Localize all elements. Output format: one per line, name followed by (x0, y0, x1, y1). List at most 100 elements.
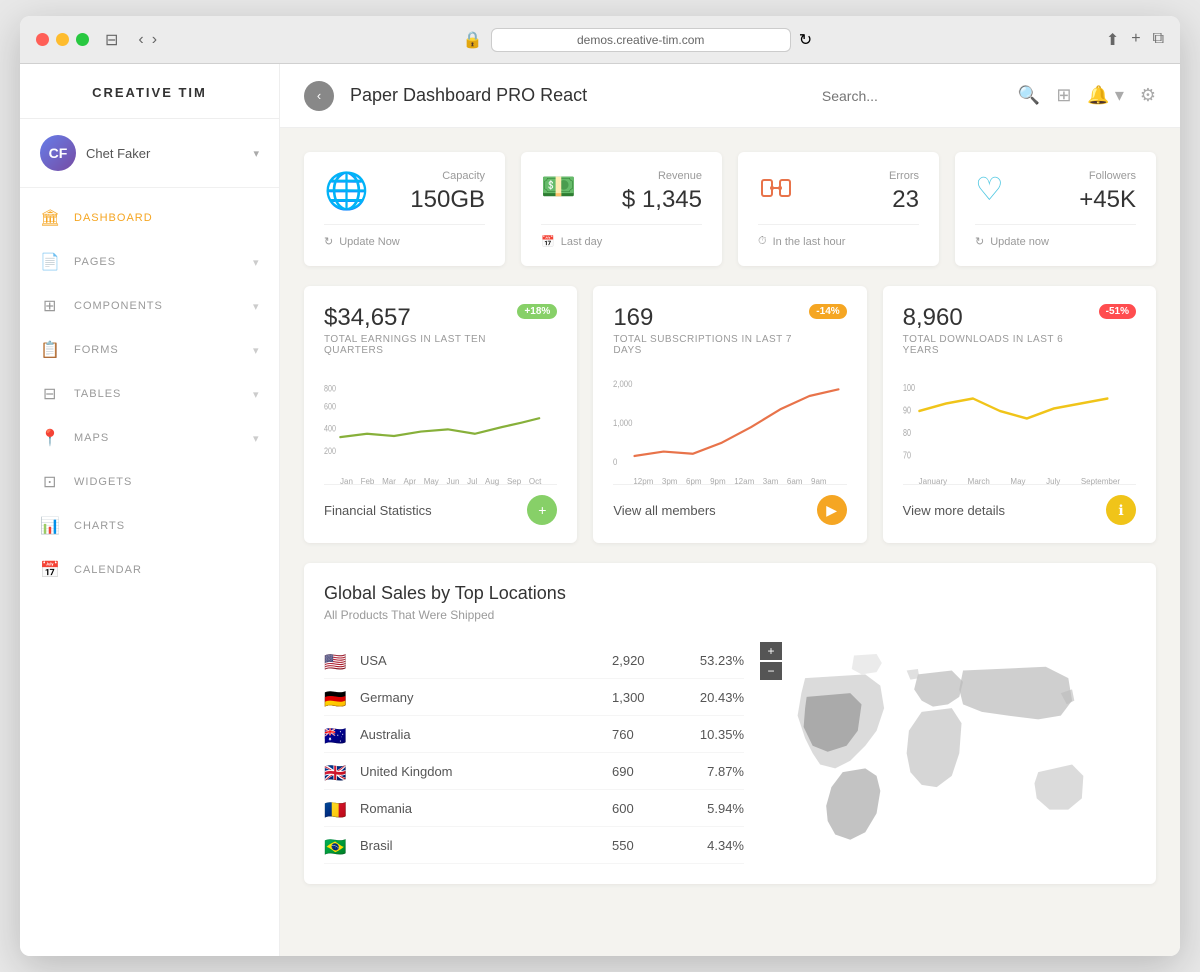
country-value: 1,300 (612, 690, 672, 705)
map-zoom-in-button[interactable]: + (760, 642, 782, 660)
traffic-lights (36, 33, 89, 46)
header-search (822, 88, 1002, 104)
followers-value: +45K (1079, 186, 1136, 214)
revenue-footer: 📅 Last day (541, 224, 702, 248)
brand-name: CREATIVE TIM (92, 85, 207, 100)
country-value: 600 (612, 801, 672, 816)
chevron-down-icon: ▾ (253, 300, 259, 313)
downloads-value: 8,960 (903, 304, 1099, 332)
grid-view-button[interactable]: ⊞ (1056, 85, 1071, 106)
country-percent: 10.35% (684, 727, 744, 742)
sidebar-item-charts[interactable]: 📊 CHARTS (20, 504, 279, 548)
map-layout: 🇺🇸 USA 2,920 53.23% 🇩🇪 Germany 1,300 20.… (324, 642, 1136, 864)
sidebar-item-forms[interactable]: 📋 FORMS ▾ (20, 328, 279, 372)
close-button[interactable] (36, 33, 49, 46)
svg-text:0: 0 (613, 456, 618, 467)
avatar: CF (40, 135, 76, 171)
followers-footer-text: Update now (990, 236, 1049, 248)
country-name: Germany (360, 690, 600, 705)
map-section-title: Global Sales by Top Locations (324, 583, 1136, 604)
capacity-icon: 🌐 (324, 170, 369, 212)
capacity-info: Capacity 150GB (410, 170, 485, 214)
map-section-subtitle: All Products That Were Shipped (324, 608, 1136, 622)
chevron-down-icon: ▾ (253, 388, 259, 401)
charts-row: $34,657 TOTAL EARNINGS IN LAST TEN QUART… (304, 286, 1156, 543)
chevron-down-icon: ▾ (253, 432, 259, 445)
maximize-button[interactable] (76, 33, 89, 46)
earnings-chart-area: 800 600 400 200 JanFebMarAprMayJunJulAug… (324, 376, 557, 476)
sidebar-item-components[interactable]: ⊞ COMPONENTS ▾ (20, 284, 279, 328)
minimize-button[interactable] (56, 33, 69, 46)
tables-icon: ⊟ (40, 384, 60, 404)
browser-address-bar: 🔒 demos.creative-tim.com ↻ (169, 28, 1106, 52)
countries-table: 🇺🇸 USA 2,920 53.23% 🇩🇪 Germany 1,300 20.… (324, 642, 744, 864)
errors-label: Errors (889, 170, 919, 182)
share-icon[interactable]: ⬆ (1106, 30, 1119, 50)
table-row: 🇧🇷 Brasil 550 4.34% (324, 827, 744, 864)
followers-icon: ♡ (975, 170, 1004, 208)
earnings-action-button[interactable]: + (527, 495, 557, 525)
chart-card-downloads: 8,960 TOTAL DOWNLOADS IN LAST 6 YEARS -5… (883, 286, 1156, 543)
forms-icon: 📋 (40, 340, 60, 360)
sidebar-item-label: CALENDAR (74, 564, 259, 576)
table-row: 🇺🇸 USA 2,920 53.23% (324, 642, 744, 679)
search-input[interactable] (822, 88, 1002, 104)
calendar-icon: 📅 (541, 235, 555, 248)
back-button[interactable]: ‹ (304, 81, 334, 111)
sidebar-item-calendar[interactable]: 📅 CALENDAR (20, 548, 279, 592)
country-value: 690 (612, 764, 672, 779)
subscriptions-action-button[interactable]: ▶ (817, 495, 847, 525)
stat-card-revenue: 💵 Revenue $ 1,345 📅 Last day (521, 152, 722, 266)
sidebar-user[interactable]: CF Chet Faker ▾ (20, 119, 279, 188)
map-section: Global Sales by Top Locations All Produc… (304, 563, 1156, 884)
settings-button[interactable]: ⚙ (1140, 85, 1156, 106)
country-percent: 53.23% (684, 653, 744, 668)
flag-uk: 🇬🇧 (324, 763, 348, 779)
country-percent: 7.87% (684, 764, 744, 779)
sidebar-item-maps[interactable]: 📍 MAPS ▾ (20, 416, 279, 460)
svg-text:100: 100 (903, 382, 915, 393)
back-nav-button[interactable]: ‹ (138, 31, 143, 49)
sidebar-item-dashboard[interactable]: 🏛 DASHBOARD (20, 196, 279, 240)
revenue-value: $ 1,345 (622, 186, 702, 214)
search-icon-button[interactable]: 🔍 (1018, 85, 1040, 106)
dashboard-icon: 🏛 (40, 208, 60, 228)
shield-icon: 🔒 (463, 30, 483, 50)
stat-card-capacity: 🌐 Capacity 150GB ↻ Update Now (304, 152, 505, 266)
refresh-icon: ↻ (975, 235, 984, 248)
stat-card-followers: ♡ Followers +45K ↻ Update now (955, 152, 1156, 266)
avatar-initials: CF (49, 145, 68, 161)
windows-icon[interactable]: ⧉ (1153, 30, 1164, 50)
table-row: 🇩🇪 Germany 1,300 20.43% (324, 679, 744, 716)
errors-value: 23 (889, 186, 919, 214)
sidebar-item-label: WIDGETS (74, 476, 259, 488)
subscriptions-footer-label: View all members (613, 503, 715, 518)
country-value: 760 (612, 727, 672, 742)
sidebar: CREATIVE TIM CF Chet Faker ▾ 🏛 DASHBOARD… (20, 64, 280, 956)
country-percent: 5.94% (684, 801, 744, 816)
sidebar-toggle-icon[interactable]: ⊟ (105, 30, 118, 50)
sidebar-item-widgets[interactable]: ⊡ WIDGETS (20, 460, 279, 504)
sidebar-brand: CREATIVE TIM (20, 64, 279, 119)
svg-text:90: 90 (903, 404, 911, 415)
country-name: USA (360, 653, 600, 668)
browser-actions: ⬆ + ⧉ (1106, 30, 1164, 50)
country-name: United Kingdom (360, 764, 600, 779)
downloads-action-button[interactable]: ℹ (1106, 495, 1136, 525)
table-row: 🇷🇴 Romania 600 5.94% (324, 790, 744, 827)
new-tab-icon[interactable]: + (1131, 30, 1140, 50)
svg-text:600: 600 (324, 402, 336, 412)
map-zoom-out-button[interactable]: − (760, 662, 782, 680)
downloads-chart-area: 100 90 80 70 JanuaryMarchMayJulySeptembe… (903, 376, 1136, 476)
notification-button[interactable]: 🔔 ▾ (1087, 85, 1123, 106)
downloads-badge: -51% (1099, 304, 1136, 319)
refresh-icon[interactable]: ↻ (799, 30, 812, 50)
sidebar-item-label: CHARTS (74, 520, 259, 532)
sidebar-item-pages[interactable]: 📄 PAGES ▾ (20, 240, 279, 284)
downloads-footer-label: View more details (903, 503, 1005, 518)
main-content: ‹ Paper Dashboard PRO React 🔍 ⊞ 🔔 ▾ ⚙ (280, 64, 1180, 956)
url-input[interactable]: demos.creative-tim.com (491, 28, 791, 52)
forward-nav-button[interactable]: › (152, 31, 157, 49)
sidebar-item-label: MAPS (74, 432, 239, 444)
sidebar-item-tables[interactable]: ⊟ TABLES ▾ (20, 372, 279, 416)
